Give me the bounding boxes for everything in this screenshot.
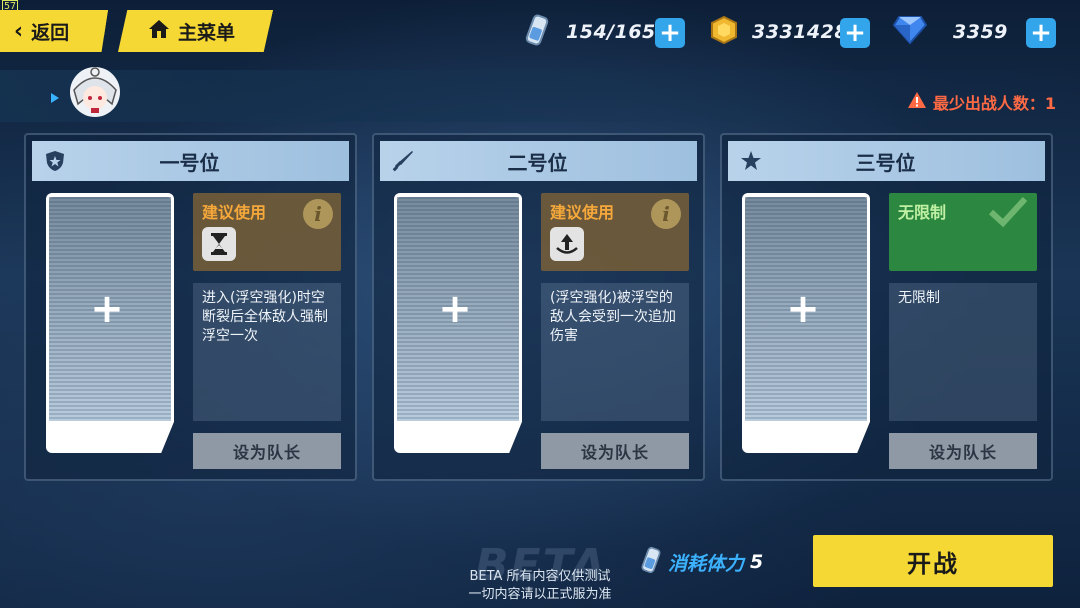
main-menu-button[interactable]: 主菜单 <box>118 10 273 52</box>
recommendation-panel[interactable]: 无限制 <box>889 193 1037 271</box>
set-leader-button[interactable]: 设为队长 <box>541 433 689 469</box>
back-button[interactable]: ‹ 返回 <box>0 10 108 52</box>
sword-icon <box>388 150 418 172</box>
beta-note-line: 一切内容请以正式服为准 <box>468 587 612 602</box>
cost-label: 消耗体力 <box>668 552 745 575</box>
slot-description: 无限制 <box>889 283 1037 421</box>
main-menu-label: 主菜单 <box>178 21 236 44</box>
stamina-value: 154/165 <box>566 21 656 43</box>
stamina-bottle-icon <box>524 14 550 50</box>
warning-text: 最少出战人数：1 <box>932 94 1056 113</box>
back-label: 返回 <box>31 21 70 44</box>
start-battle-button[interactable]: 开战 <box>813 535 1053 587</box>
hourglass-icon <box>202 227 236 261</box>
stamina-bottle-icon <box>640 546 662 578</box>
set-leader-button[interactable]: 设为队长 <box>889 433 1037 469</box>
leader-avatar[interactable] <box>64 64 126 124</box>
slot-header: 二号位 <box>380 141 697 181</box>
stamina-cost: 消耗体力 5 <box>640 546 763 578</box>
crystal-value: 3359 <box>953 21 1008 43</box>
plus-icon: + <box>438 286 472 332</box>
plus-icon: + <box>786 286 820 332</box>
info-icon[interactable]: i <box>303 199 333 229</box>
recommendation-panel[interactable]: 建议使用 i <box>193 193 341 271</box>
set-leader-button[interactable]: 设为队长 <box>193 433 341 469</box>
warning-icon <box>907 91 927 113</box>
add-character-card[interactable]: + <box>742 193 870 453</box>
team-slot-2: 二号位 + 建议使用 i (浮空强化)被浮空的敌人会受到一次追加伤害 设为队长 <box>372 133 705 481</box>
coin-icon <box>710 15 738 48</box>
coin-resource: 33314287 <box>710 14 862 50</box>
recommendation-label: 无限制 <box>898 203 947 222</box>
add-character-card[interactable]: + <box>46 193 174 453</box>
min-members-warning: 最少出战人数：1 <box>907 90 1056 114</box>
recommendation-label: 建议使用 <box>550 203 615 222</box>
launch-up-icon <box>550 227 584 261</box>
beta-note: BETA 所有内容仅供测试 一切内容请以正式服为准 <box>440 568 640 604</box>
plus-icon: + <box>90 286 124 332</box>
crystal-icon <box>892 15 928 49</box>
team-slot-1: 一号位 + 建议使用 i 进入(浮空强化)时空断裂后全体敌人强制浮空一次 设为队… <box>24 133 357 481</box>
add-coins-button[interactable]: + <box>840 18 870 48</box>
slot-header: 一号位 <box>32 141 349 181</box>
add-crystals-button[interactable]: + <box>1026 18 1056 48</box>
chevron-left-icon: ‹ <box>14 18 24 44</box>
play-arrow-icon <box>50 89 60 108</box>
slot-title: 三号位 <box>855 150 916 175</box>
cost-value: 5 <box>750 551 764 573</box>
crystal-resource: 3359 <box>892 14 1008 50</box>
slot-title: 一号位 <box>159 150 220 175</box>
slot-description: (浮空强化)被浮空的敌人会受到一次追加伤害 <box>541 283 689 421</box>
add-character-card[interactable]: + <box>394 193 522 453</box>
slot-description: 进入(浮空强化)时空断裂后全体敌人强制浮空一次 <box>193 283 341 421</box>
stamina-resource: 154/165 <box>524 14 656 50</box>
home-icon <box>148 19 170 44</box>
shield-icon <box>40 150 70 172</box>
check-icon <box>987 195 1029 233</box>
beta-note-line: BETA 所有内容仅供测试 <box>469 569 611 584</box>
recommendation-label: 建议使用 <box>202 203 267 222</box>
slot-header: 三号位 <box>728 141 1045 181</box>
team-slot-3: 三号位 + 无限制 无限制 设为队长 <box>720 133 1053 481</box>
add-stamina-button[interactable]: + <box>655 18 685 48</box>
recommendation-panel[interactable]: 建议使用 i <box>541 193 689 271</box>
info-icon[interactable]: i <box>651 199 681 229</box>
slot-title: 二号位 <box>507 150 568 175</box>
star-icon <box>736 150 766 172</box>
